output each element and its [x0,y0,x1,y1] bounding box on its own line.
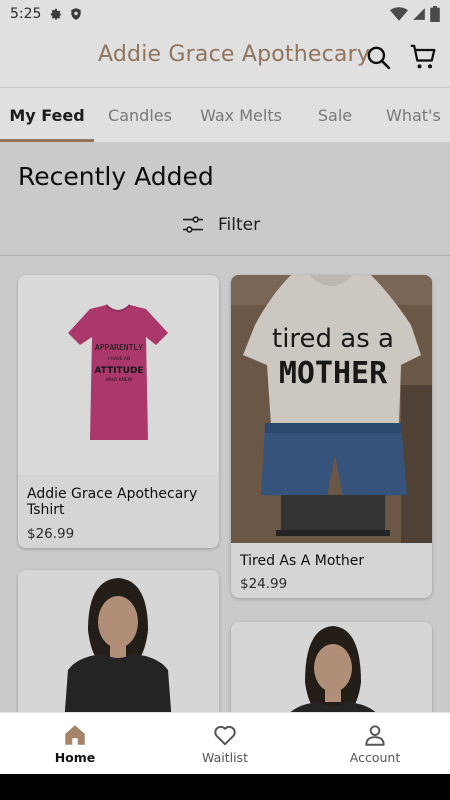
shirt-print-line: ATTITUDE [94,366,143,376]
tab-sale[interactable]: Sale [296,88,374,142]
shirt-print-line: tired as a [272,324,394,354]
shirt-print-line: APPARENTLY [95,343,143,352]
person-icon [365,725,385,746]
status-bar: 5:25 [0,0,450,28]
shield-icon [71,8,82,20]
tab-wax-melts[interactable]: Wax Melts [186,88,296,142]
nav-account-label: Account [349,750,401,765]
section-title: Recently Added [18,162,214,191]
filter-label: Filter [218,215,261,235]
brand-title[interactable]: Addie Grace Apothecary [98,42,370,67]
category-tabs: My Feed Candles Wax Melts Sale What's [0,88,450,142]
heart-icon [214,725,236,746]
nav-home-label: Home [54,750,96,765]
filter-button[interactable]: Filter [182,210,260,240]
search-button[interactable] [363,42,393,72]
shirt-print-line: MOTHER [279,356,388,391]
product-image: APPARENTLY I HAVE AN ATTITUDE WHO KNEW [18,275,219,475]
nav-waitlist-label: Waitlist [202,750,248,765]
search-icon [367,46,391,70]
shirt-print-line: WHO KNEW [106,377,133,383]
product-price: $24.99 [240,576,288,592]
product-card[interactable] [231,622,432,712]
signal-icon [413,8,425,20]
cart-icon [410,44,436,69]
nav-account[interactable]: Account [300,713,450,774]
product-name: Tired As A Mother [240,553,365,569]
nav-waitlist[interactable]: Waitlist [150,713,300,774]
battery-icon [430,6,440,22]
filter-sliders-icon [183,216,203,233]
nav-home[interactable]: Home [0,713,150,774]
bottom-navigation: Home Waitlist Account [0,712,450,774]
tab-candles[interactable]: Candles [94,88,186,142]
shirt-print-line: I HAVE AN [108,356,131,362]
app-screen: 5:25 Addie Grace Apothecary My Feed Cand… [0,0,450,800]
wifi-icon [390,7,408,21]
cart-button[interactable] [408,42,438,72]
product-card[interactable] [18,570,219,712]
product-image [231,622,432,712]
product-card[interactable]: tired as a MOTHER Tired As A Mother $24.… [231,275,432,598]
product-image: tired as a MOTHER [231,275,432,543]
app-header: Addie Grace Apothecary [0,28,450,88]
tab-my-feed[interactable]: My Feed [0,88,94,142]
home-icon [65,725,85,745]
product-image [18,570,219,712]
status-right-icons [390,6,440,22]
system-navigation-bar [0,774,450,800]
product-price: $26.99 [27,526,75,542]
status-time: 5:25 [10,6,42,22]
feed-content[interactable]: Recently Added Filter APPARENTLY I HAVE … [0,142,450,712]
gear-icon [51,8,62,20]
product-name: Addie Grace Apothecary Tshirt [27,486,198,518]
tab-whats-new[interactable]: What's [374,88,450,142]
divider [0,255,450,256]
product-card[interactable]: APPARENTLY I HAVE AN ATTITUDE WHO KNEW A… [18,275,219,548]
